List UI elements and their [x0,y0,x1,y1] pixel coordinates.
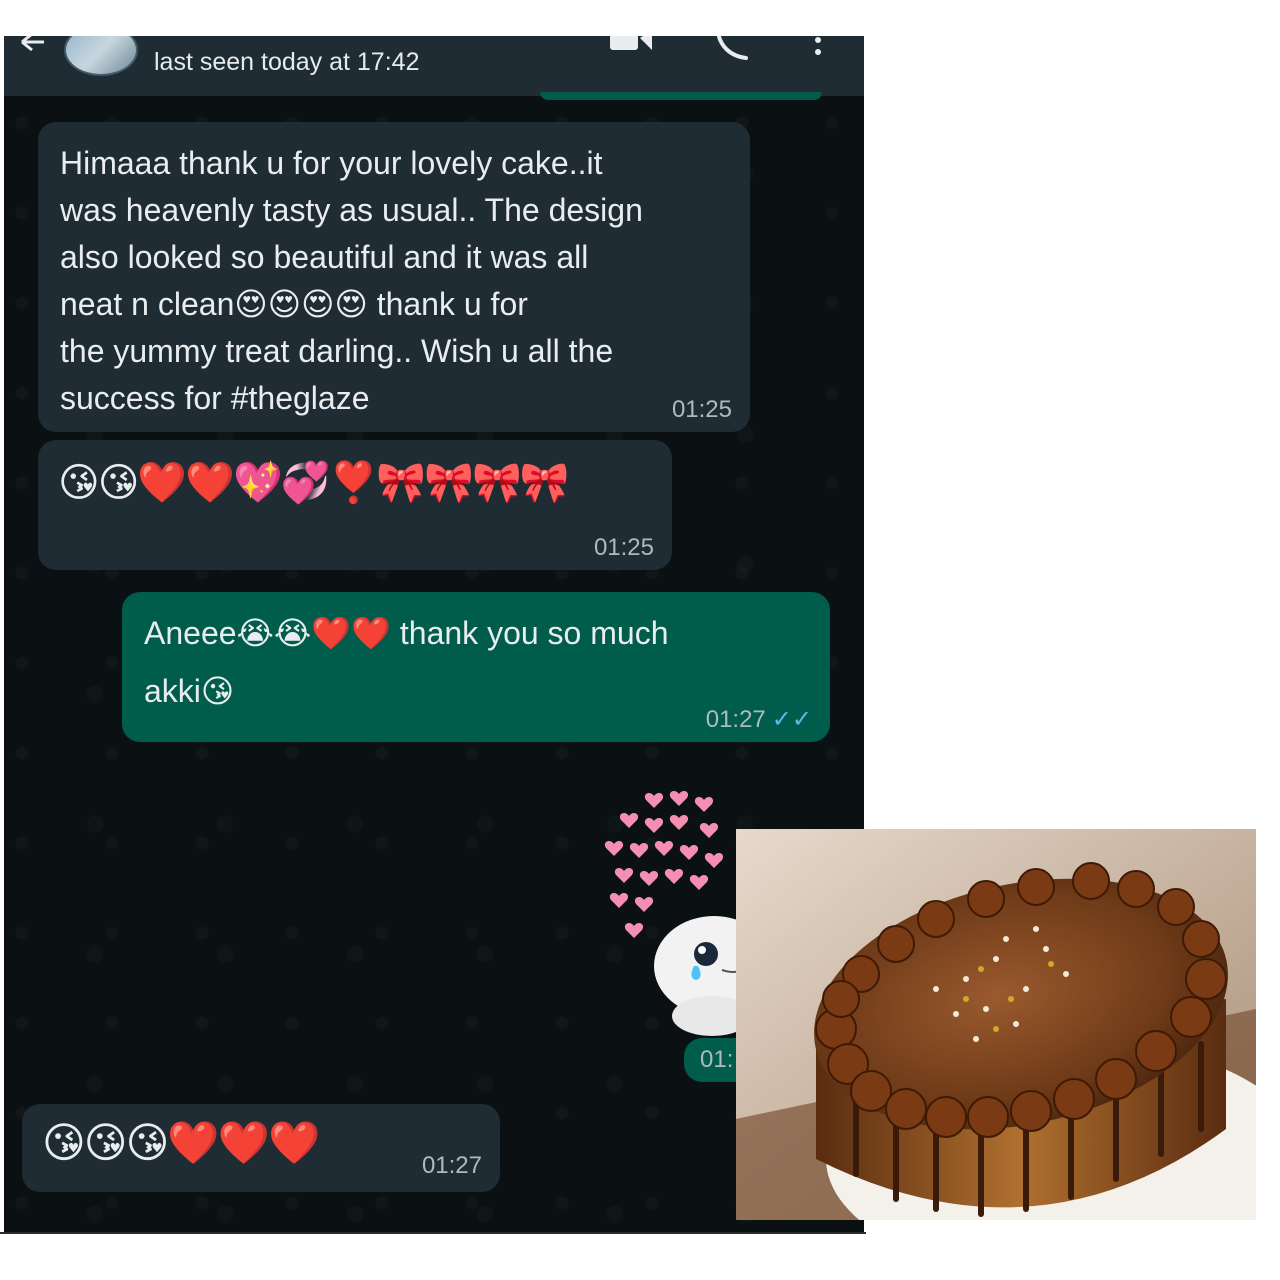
chat-header: last seen today at 17:42 [4,36,864,96]
incoming-message-bubble[interactable]: 😘😘❤️❤️💖💞❣️🎀🎀🎀🎀 01:25 [38,440,672,570]
cake-photo [736,829,1256,1220]
video-camera-icon[interactable] [608,36,656,52]
message-text: Himaaa thank u for your lovely cake..it … [60,145,643,416]
incoming-message-bubble[interactable]: Himaaa thank u for your lovely cake..it … [38,122,750,432]
chat-screen: last seen today at 17:42 Himaaa thank u … [4,36,864,1232]
crying-blob-sticker[interactable] [594,766,744,1036]
double-check-icon: ✓✓ [771,706,812,733]
message-timestamp-row: 01:27 ✓✓ [706,708,812,732]
arrow-left-icon[interactable] [18,36,48,56]
message-timestamp: 01:25 [671,396,732,423]
phone-icon[interactable] [712,36,752,60]
previous-message-bubble-edge [540,92,822,100]
message-timestamp: 01:25 [593,534,654,561]
emoji-message: 😘😘❤️❤️💖💞❣️🎀🎀🎀🎀 [58,461,570,505]
message-timestamp: 01:27 [421,1152,482,1179]
screenshot-edge [0,1232,866,1234]
more-vert-icon[interactable] [812,36,824,58]
message-text: Aneee😭😭❤️❤️ thank you so much akki😘 [144,615,669,709]
outgoing-message-bubble[interactable]: Aneee😭😭❤️❤️ thank you so much akki😘 01:2… [122,592,830,742]
message-timestamp: 01:27 [705,706,766,733]
emoji-message: 😘😘😘❤️❤️❤️ [42,1119,320,1166]
last-seen-status: last seen today at 17:42 [154,48,420,76]
contact-avatar[interactable] [64,36,138,76]
incoming-message-bubble[interactable]: 😘😘😘❤️❤️❤️ 01:27 [22,1104,500,1192]
